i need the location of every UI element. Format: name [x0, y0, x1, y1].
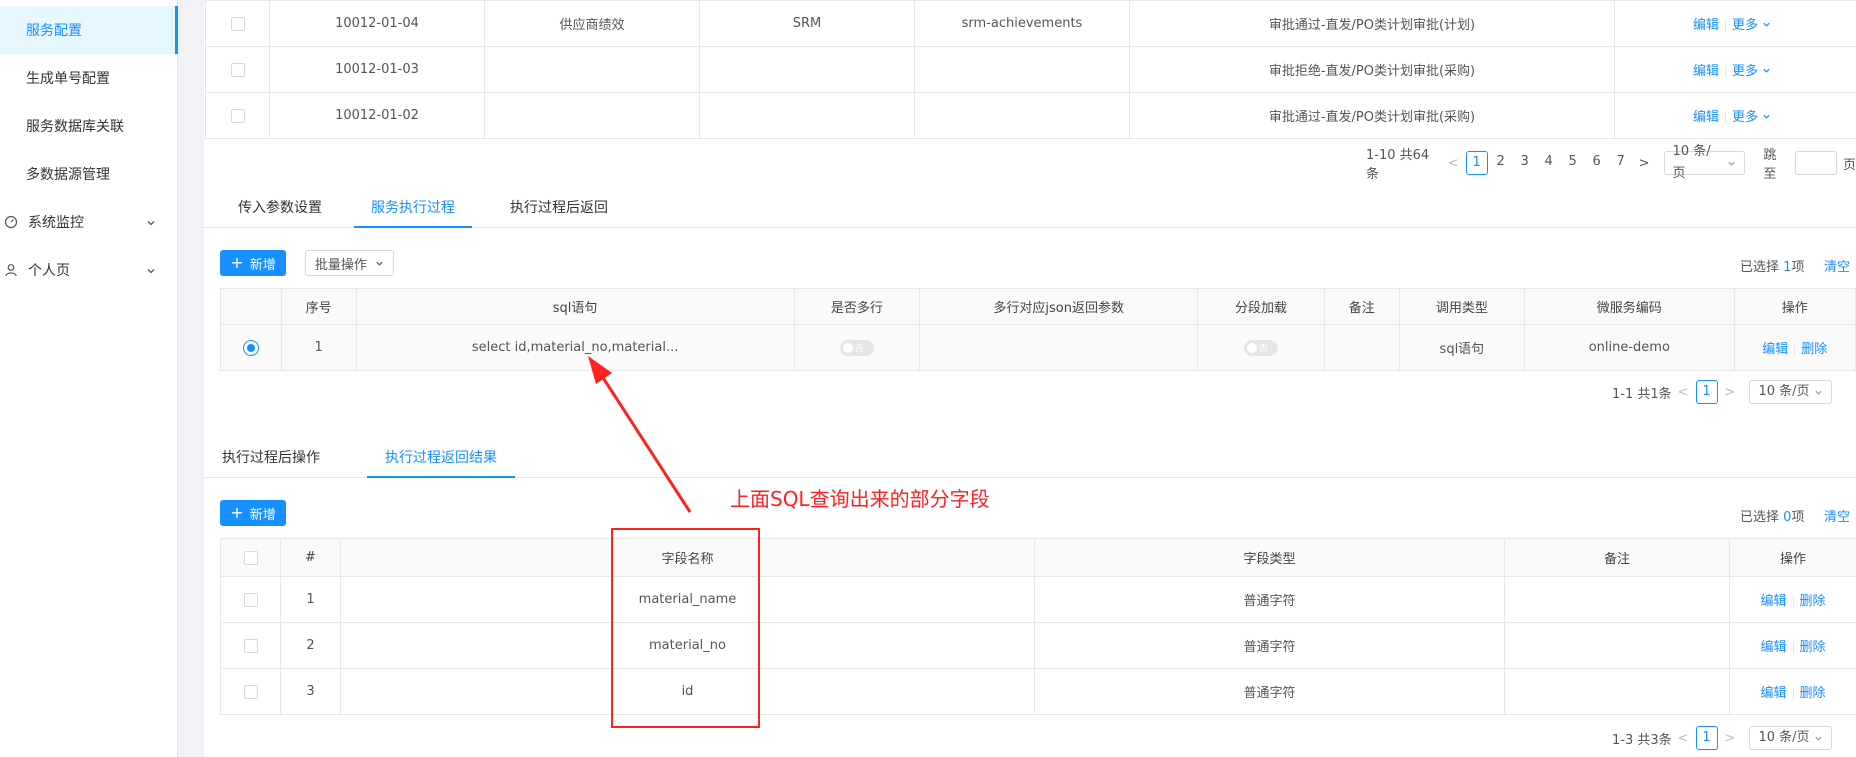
annotation-label: 上面SQL查询出来的部分字段: [730, 487, 990, 511]
annotation-arrow: [588, 356, 692, 513]
annotation-highlight-box: [611, 528, 760, 728]
